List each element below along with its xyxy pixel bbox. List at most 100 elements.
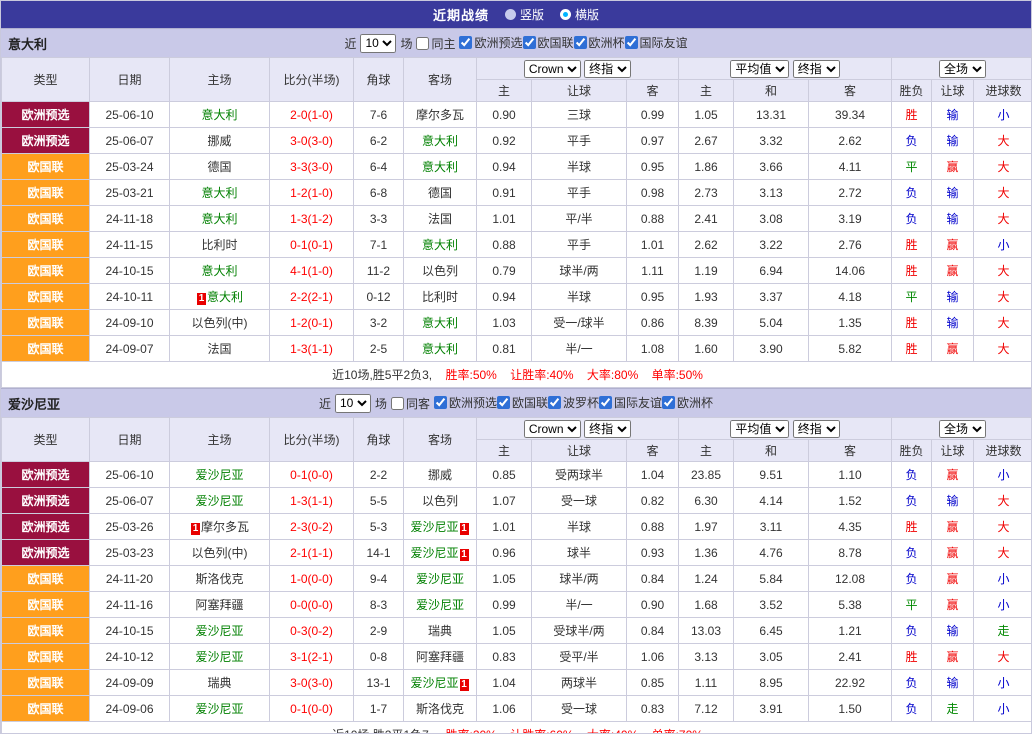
same-venue-checkbox[interactable]	[416, 37, 429, 50]
competition-option[interactable]: 欧洲杯	[662, 394, 713, 411]
team-link[interactable]: 爱沙尼亚	[195, 650, 243, 664]
team-link[interactable]: 德国	[207, 160, 231, 174]
team-link[interactable]: 爱沙尼亚	[195, 494, 243, 508]
scope-select[interactable]: 全场	[939, 420, 986, 438]
score-cell[interactable]: 3-0(3-0)	[270, 128, 354, 154]
competition-option[interactable]: 国际友谊	[599, 394, 662, 411]
score-cell[interactable]: 0-1(0-0)	[270, 696, 354, 722]
score-cell[interactable]: 3-0(3-0)	[270, 670, 354, 696]
competition-checkbox[interactable]	[523, 36, 536, 49]
team-link[interactable]: 爱沙尼亚	[410, 520, 458, 534]
avg-stage-select[interactable]: 终指	[793, 420, 840, 438]
team-link[interactable]: 意大利	[422, 160, 458, 174]
score-cell[interactable]: 3-1(2-1)	[270, 644, 354, 670]
team-link[interactable]: 意大利	[207, 290, 243, 304]
competition-checkbox[interactable]	[459, 36, 472, 49]
score-cell[interactable]: 2-2(2-1)	[270, 284, 354, 310]
score-cell[interactable]: 1-0(0-0)	[270, 566, 354, 592]
layout-option-horizontal[interactable]: 横版	[560, 6, 599, 23]
competition-option[interactable]: 欧洲杯	[574, 34, 625, 51]
team-link[interactable]: 意大利	[422, 238, 458, 252]
score-cell[interactable]: 2-1(1-1)	[270, 540, 354, 566]
score-cell[interactable]: 1-2(1-0)	[270, 180, 354, 206]
competition-checkbox[interactable]	[625, 36, 638, 49]
odds-handicap-cell: 平/半	[532, 206, 627, 232]
competition-option[interactable]: 欧国联	[497, 394, 548, 411]
team-link[interactable]: 意大利	[422, 342, 458, 356]
team-link[interactable]: 以色列(中)	[192, 316, 248, 330]
team-link[interactable]: 比利时	[201, 238, 237, 252]
score-cell[interactable]: 1-3(1-2)	[270, 206, 354, 232]
bookmaker-select[interactable]: Crown	[524, 420, 581, 438]
team-link[interactable]: 瑞典	[428, 624, 452, 638]
competition-checkbox[interactable]	[662, 396, 675, 409]
competition-option[interactable]: 欧洲预选	[434, 394, 497, 411]
scope-select[interactable]: 全场	[939, 60, 986, 78]
team-link[interactable]: 爱沙尼亚	[195, 624, 243, 638]
team-link[interactable]: 爱沙尼亚	[410, 676, 458, 690]
score-cell[interactable]: 4-1(1-0)	[270, 258, 354, 284]
score-cell[interactable]: 3-3(3-0)	[270, 154, 354, 180]
avg-select[interactable]: 平均值	[730, 60, 789, 78]
competition-checkbox[interactable]	[548, 396, 561, 409]
team-link[interactable]: 以色列(中)	[192, 546, 248, 560]
team-link[interactable]: 挪威	[207, 134, 231, 148]
team-link[interactable]: 挪威	[428, 468, 452, 482]
layout-option-vertical[interactable]: 竖版	[505, 6, 544, 23]
team-link[interactable]: 斯洛伐克	[195, 572, 243, 586]
score-cell[interactable]: 0-3(0-2)	[270, 618, 354, 644]
team-link[interactable]: 意大利	[201, 212, 237, 226]
bookmaker-select[interactable]: Crown	[524, 60, 581, 78]
odds-stage-select[interactable]: 终指	[584, 60, 631, 78]
score-cell[interactable]: 0-1(0-0)	[270, 462, 354, 488]
team-link[interactable]: 法国	[428, 212, 452, 226]
same-venue-option[interactable]: 同客	[391, 395, 430, 412]
score-cell[interactable]: 1-3(1-1)	[270, 488, 354, 514]
team-link[interactable]: 意大利	[201, 264, 237, 278]
score-cell[interactable]: 1-3(1-1)	[270, 336, 354, 362]
competition-option[interactable]: 波罗杯	[548, 394, 599, 411]
odds-stage-select[interactable]: 终指	[584, 420, 631, 438]
team-link[interactable]: 斯洛伐克	[416, 702, 464, 716]
competition-option[interactable]: 欧洲预选	[459, 34, 522, 51]
competition-checkbox[interactable]	[574, 36, 587, 49]
team-link[interactable]: 摩尔多瓦	[201, 520, 249, 534]
team-link[interactable]: 瑞典	[207, 676, 231, 690]
team-link[interactable]: 爱沙尼亚	[416, 572, 464, 586]
competition-checkbox[interactable]	[497, 396, 510, 409]
team-link[interactable]: 阿塞拜疆	[416, 650, 464, 664]
team-link[interactable]: 以色列	[422, 494, 458, 508]
team-link[interactable]: 意大利	[422, 134, 458, 148]
team-link[interactable]: 德国	[428, 186, 452, 200]
corner-cell: 5-5	[354, 488, 404, 514]
same-venue-option[interactable]: 同主	[416, 35, 455, 52]
team-link[interactable]: 以色列	[422, 264, 458, 278]
score-cell[interactable]: 0-0(0-0)	[270, 592, 354, 618]
team-link[interactable]: 爱沙尼亚	[416, 598, 464, 612]
team-link[interactable]: 比利时	[422, 290, 458, 304]
team-link[interactable]: 意大利	[422, 316, 458, 330]
team-link[interactable]: 爱沙尼亚	[410, 546, 458, 560]
team-link[interactable]: 意大利	[201, 108, 237, 122]
recent-count-select[interactable]: 10	[335, 394, 371, 413]
competition-option[interactable]: 欧国联	[523, 34, 574, 51]
team-link[interactable]: 摩尔多瓦	[416, 108, 464, 122]
competition-checkbox[interactable]	[599, 396, 612, 409]
col-odds-away: 客	[627, 80, 679, 102]
score-cell[interactable]: 0-1(0-1)	[270, 232, 354, 258]
avg-stage-select[interactable]: 终指	[793, 60, 840, 78]
recent-count-select[interactable]: 10	[360, 34, 396, 53]
score-cell[interactable]: 1-2(0-1)	[270, 310, 354, 336]
score-cell[interactable]: 2-3(0-2)	[270, 514, 354, 540]
avg-select[interactable]: 平均值	[730, 420, 789, 438]
same-venue-checkbox[interactable]	[391, 397, 404, 410]
team-link[interactable]: 爱沙尼亚	[195, 468, 243, 482]
team-link[interactable]: 爱沙尼亚	[195, 702, 243, 716]
competition-option[interactable]: 国际友谊	[625, 34, 688, 51]
team-link[interactable]: 阿塞拜疆	[195, 598, 243, 612]
score-cell[interactable]: 2-0(1-0)	[270, 102, 354, 128]
league-cell: 欧国联	[2, 592, 90, 618]
team-link[interactable]: 意大利	[201, 186, 237, 200]
competition-checkbox[interactable]	[434, 396, 447, 409]
team-link[interactable]: 法国	[207, 342, 231, 356]
